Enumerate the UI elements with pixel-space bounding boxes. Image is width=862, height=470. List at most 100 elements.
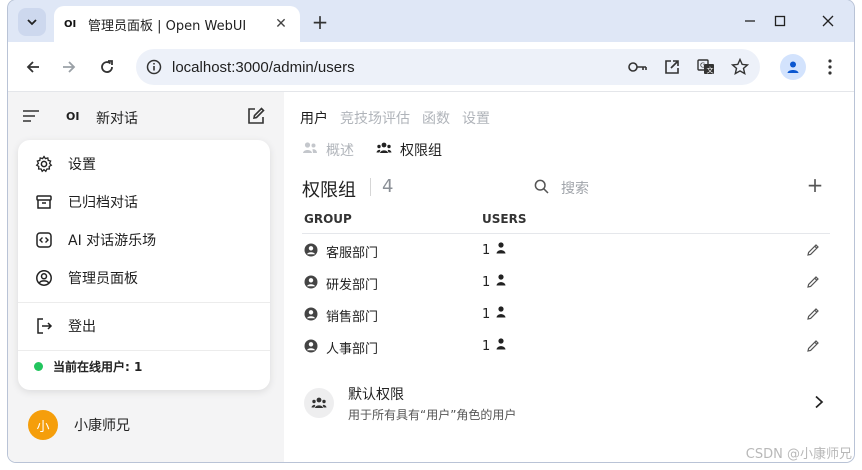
tab-title: 管理员面板 | Open WebUI [88,18,247,34]
column-header-group: GROUP [304,212,352,226]
default-permissions-description: 用于所有具有“用户”角色的用户 [348,408,517,422]
sub-tab-label: 权限组 [400,143,442,159]
user-circle-icon [304,307,318,325]
menu-item-logout[interactable]: 登出 [18,308,270,344]
close-icon[interactable]: ✕ [272,16,290,32]
groups-table: GROUP USERS 客服部门 1 研发部门 1 销售部门 1 人事部门 1 [302,208,830,362]
menu-divider [18,350,270,351]
user-circle-icon [304,243,318,261]
user-count: 1 [482,274,491,290]
user-count: 1 [482,306,491,322]
add-group-button[interactable]: + [804,173,826,197]
tab-functions[interactable]: 函数 [422,108,450,128]
menu-item-admin[interactable]: 管理员面板 [18,260,270,296]
tab-arena[interactable]: 竞技场评估 [340,108,410,128]
group-name: 人事部门 [326,342,379,357]
search-field[interactable]: 搜索 [534,178,589,198]
window-close-icon[interactable] [814,8,842,34]
avatar: 小 [28,410,58,440]
user-count: 1 [482,242,491,258]
title-divider [370,178,371,196]
more-vert-icon[interactable] [818,54,842,80]
user-menu: 设置 已归档对话 AI 对话游乐场 管理员面板 登出 当前在线用户: 1 [18,140,270,390]
admin-tabs: 用户 竞技场评估 函数 设置 [300,108,490,128]
menu-item-label: AI 对话游乐场 [68,233,157,249]
group-name: 客服部门 [326,246,379,261]
page-title: 权限组 [302,180,356,201]
default-permissions-title: 默认权限 [348,387,404,403]
forward-icon[interactable] [56,54,82,80]
watermark: CSDN @小康师兄 [745,447,852,462]
gear-icon [34,154,54,174]
tab-groups[interactable]: 权限组 [376,140,442,160]
user-icon [496,338,506,354]
user-icon [496,274,506,290]
code-icon [34,230,54,250]
table-row[interactable]: 研发部门 1 [302,266,830,298]
pencil-icon[interactable] [806,306,820,325]
main-panel: 用户 竞技场评估 函数 设置 概述 权限组 权限组 4 搜索 + GROUP U… [284,92,854,462]
users-icon [304,388,334,418]
users-icon [302,141,318,159]
table-row[interactable]: 销售部门 1 [302,298,830,330]
user-group-icon [376,141,392,159]
tab-settings[interactable]: 设置 [462,108,490,128]
table-row[interactable]: 客服部门 1 [302,234,830,266]
user-count: 1 [482,338,491,354]
menu-item-settings[interactable]: 设置 [18,146,270,182]
table-row[interactable]: 人事部门 1 [302,330,830,362]
pencil-icon[interactable] [806,338,820,357]
menu-icon[interactable] [22,108,40,127]
archive-icon [34,192,54,212]
user-circle-icon [304,339,318,357]
menu-divider [18,302,270,303]
sidebar: OI 新对话 设置 已归档对话 AI 对话游乐场 管理员面板 登出 当前在线用户… [8,92,284,462]
profile-icon[interactable] [780,54,806,80]
user-icon [496,306,506,322]
browser-window: OI 管理员面板 | Open WebUI ✕ + localhost:3000… [8,0,854,462]
plus-icon[interactable]: + [306,8,334,36]
star-icon[interactable] [728,55,752,79]
table-header: GROUP USERS [302,208,830,234]
address-bar[interactable]: localhost:3000/admin/users 文G [136,49,760,85]
online-users-status: 当前在线用户: 1 [34,358,142,375]
group-count: 4 [382,176,394,197]
tab-strip: OI 管理员面板 | Open WebUI ✕ + [8,0,854,42]
default-permissions-button[interactable]: 默认权限 用于所有具有“用户”角色的用户 [300,378,832,430]
minimize-icon[interactable] [736,8,764,34]
translate-icon[interactable]: 文G [694,55,718,79]
svg-text:G: G [700,62,705,70]
menu-item-label: 设置 [68,157,96,173]
edit-icon[interactable] [246,106,266,130]
new-chat-button[interactable]: 新对话 [96,108,138,128]
group-name: 研发部门 [326,278,379,293]
tab-overview[interactable]: 概述 [302,140,354,160]
tab-list-icon[interactable] [18,8,46,36]
search-input[interactable]: 搜索 [561,178,589,198]
tab-users[interactable]: 用户 [300,108,328,128]
svg-text:文: 文 [707,66,714,75]
maximize-icon[interactable] [766,8,794,34]
browser-tab[interactable]: OI 管理员面板 | Open WebUI ✕ [54,6,300,42]
online-dot [34,362,43,371]
browser-toolbar: localhost:3000/admin/users 文G [8,42,854,92]
menu-item-archived[interactable]: 已归档对话 [18,184,270,220]
tab-favicon: OI [64,18,77,30]
user-sub-tabs: 概述 权限组 [302,140,442,160]
menu-item-playground[interactable]: AI 对话游乐场 [18,222,270,258]
user-name: 小康师兄 [74,418,130,434]
groups-header: 权限组 4 搜索 + [302,173,832,201]
site-info-icon[interactable] [136,59,172,75]
search-icon [534,179,549,198]
key-icon[interactable] [626,55,650,79]
back-icon[interactable] [20,54,46,80]
sidebar-user[interactable]: 小 小康师兄 [28,410,130,440]
open-in-app-icon[interactable] [660,55,684,79]
pencil-icon[interactable] [806,274,820,293]
reload-icon[interactable] [94,54,120,80]
menu-item-label: 登出 [68,319,96,335]
user-circle-icon [304,275,318,293]
pencil-icon[interactable] [806,242,820,261]
user-icon [496,242,506,258]
url-text: localhost:3000/admin/users [172,58,355,76]
